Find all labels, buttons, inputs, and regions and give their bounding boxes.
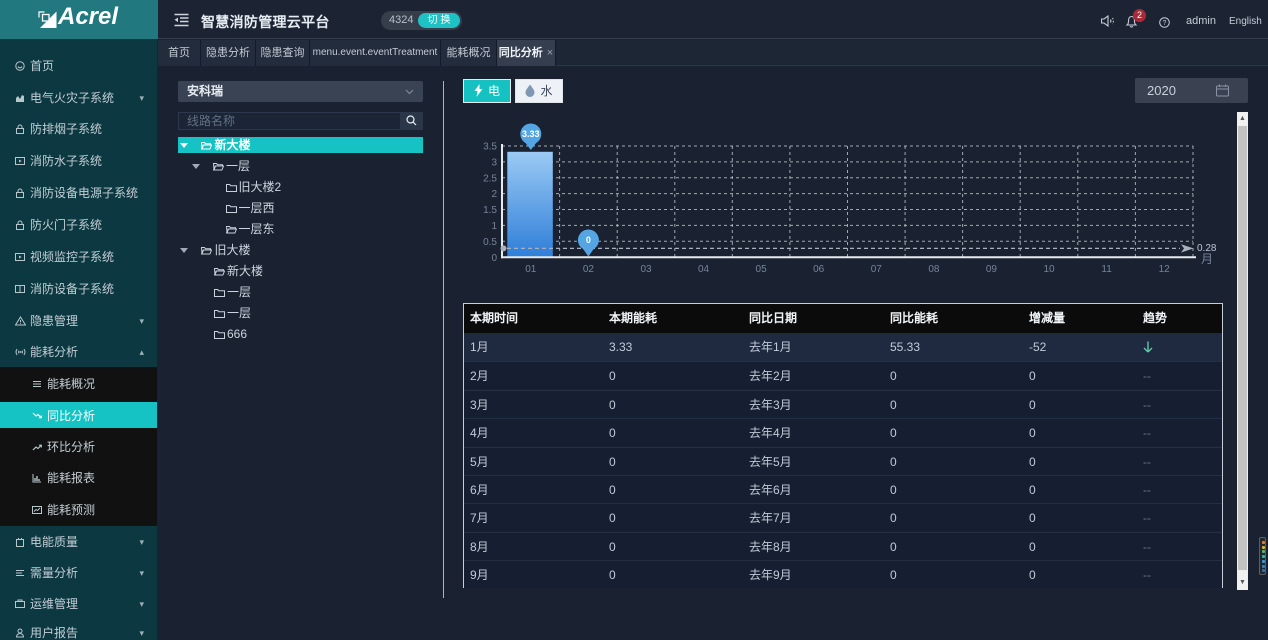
svg-text:2.5: 2.5 <box>483 173 497 184</box>
svg-text:11: 11 <box>1101 264 1112 275</box>
svg-text:3.5: 3.5 <box>483 142 497 153</box>
svg-text:07: 07 <box>871 264 883 275</box>
svg-text:01: 01 <box>525 264 537 275</box>
svg-text:05: 05 <box>756 264 768 275</box>
svg-text:03: 03 <box>640 264 652 275</box>
svg-text:1.5: 1.5 <box>483 205 497 216</box>
svg-text:2: 2 <box>491 189 497 200</box>
svg-text:?: ? <box>1163 20 1167 27</box>
svg-text:10: 10 <box>1043 264 1055 275</box>
svg-text:02: 02 <box>583 264 595 275</box>
svg-text:0: 0 <box>586 235 591 245</box>
svg-text:1: 1 <box>491 221 497 232</box>
svg-text:月: 月 <box>1201 252 1213 266</box>
svg-text:0.5: 0.5 <box>483 237 497 248</box>
svg-text:3: 3 <box>491 157 497 168</box>
svg-text:06: 06 <box>813 264 825 275</box>
svg-text:0: 0 <box>491 253 497 264</box>
svg-text:3.33: 3.33 <box>522 129 540 139</box>
svg-text:08: 08 <box>928 264 940 275</box>
svg-text:04: 04 <box>698 264 710 275</box>
svg-text:12: 12 <box>1159 264 1171 275</box>
svg-text:09: 09 <box>986 264 998 275</box>
